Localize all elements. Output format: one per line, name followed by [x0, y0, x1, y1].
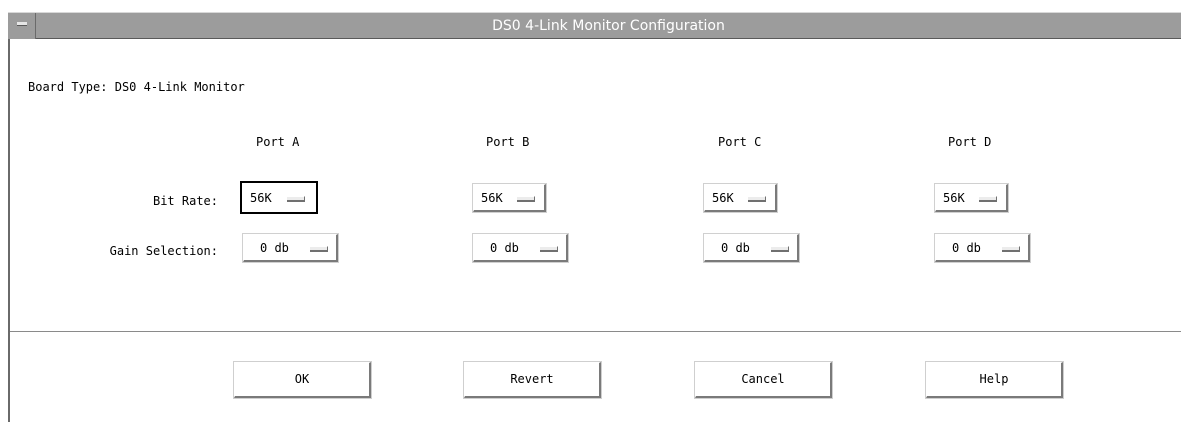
port-a-bit-rate-menu[interactable]: 56K	[240, 181, 318, 214]
cancel-button[interactable]: Cancel	[694, 361, 833, 399]
port-c-bit-rate-menu[interactable]: 56K	[703, 183, 778, 213]
option-menu-indicator-icon	[771, 246, 789, 252]
port-c-gain-menu[interactable]: 0 db	[703, 233, 800, 263]
gain-selection-label: Gain Selection:	[109, 244, 218, 258]
board-type-label: Board Type:	[28, 80, 108, 94]
board-type-value: DS0 4-Link Monitor	[114, 80, 245, 94]
option-menu-indicator-icon	[310, 246, 328, 252]
port-d-gain-menu[interactable]: 0 db	[934, 233, 1031, 263]
port-b-header: Port B	[486, 135, 530, 149]
port-c-header: Port C	[718, 135, 762, 149]
port-a-header: Port A	[256, 135, 300, 149]
dialog-content: Board Type: DS0 4-Link Monitor Port A Po…	[10, 40, 1181, 423]
help-button[interactable]: Help	[925, 361, 1064, 399]
window-menu-button[interactable]	[8, 13, 36, 39]
port-b-bit-rate-menu[interactable]: 56K	[472, 183, 547, 213]
board-type-row: Board Type: DS0 4-Link Monitor	[28, 80, 245, 94]
option-menu-indicator-icon	[748, 196, 766, 202]
bit-rate-label: Bit Rate:	[152, 194, 218, 208]
option-menu-indicator-icon	[1002, 246, 1020, 252]
port-b-gain-value: 0 db	[490, 241, 519, 255]
port-c-bit-rate-value: 56K	[712, 191, 734, 205]
port-a-bit-rate-value: 56K	[250, 191, 272, 205]
port-d-gain-value: 0 db	[952, 241, 981, 255]
dialog-window: DS0 4-Link Monitor Configuration Board T…	[0, 0, 1181, 423]
port-d-header: Port D	[948, 135, 992, 149]
port-d-bit-rate-value: 56K	[943, 191, 965, 205]
option-menu-indicator-icon	[540, 246, 558, 252]
port-a-gain-menu[interactable]: 0 db	[242, 233, 339, 263]
button-separator	[10, 331, 1181, 333]
option-menu-indicator-icon	[979, 196, 997, 202]
option-menu-indicator-icon	[517, 196, 535, 202]
port-c-gain-value: 0 db	[721, 241, 750, 255]
port-a-gain-value: 0 db	[260, 241, 289, 255]
window-title: DS0 4-Link Monitor Configuration	[492, 18, 725, 34]
window-menu-icon	[17, 22, 27, 26]
title-bar[interactable]: DS0 4-Link Monitor Configuration	[8, 12, 1181, 39]
port-b-gain-menu[interactable]: 0 db	[472, 233, 569, 263]
port-b-bit-rate-value: 56K	[481, 191, 503, 205]
revert-button[interactable]: Revert	[463, 361, 602, 399]
option-menu-indicator-icon	[287, 196, 305, 202]
port-d-bit-rate-menu[interactable]: 56K	[934, 183, 1009, 213]
ok-button[interactable]: OK	[233, 361, 372, 399]
